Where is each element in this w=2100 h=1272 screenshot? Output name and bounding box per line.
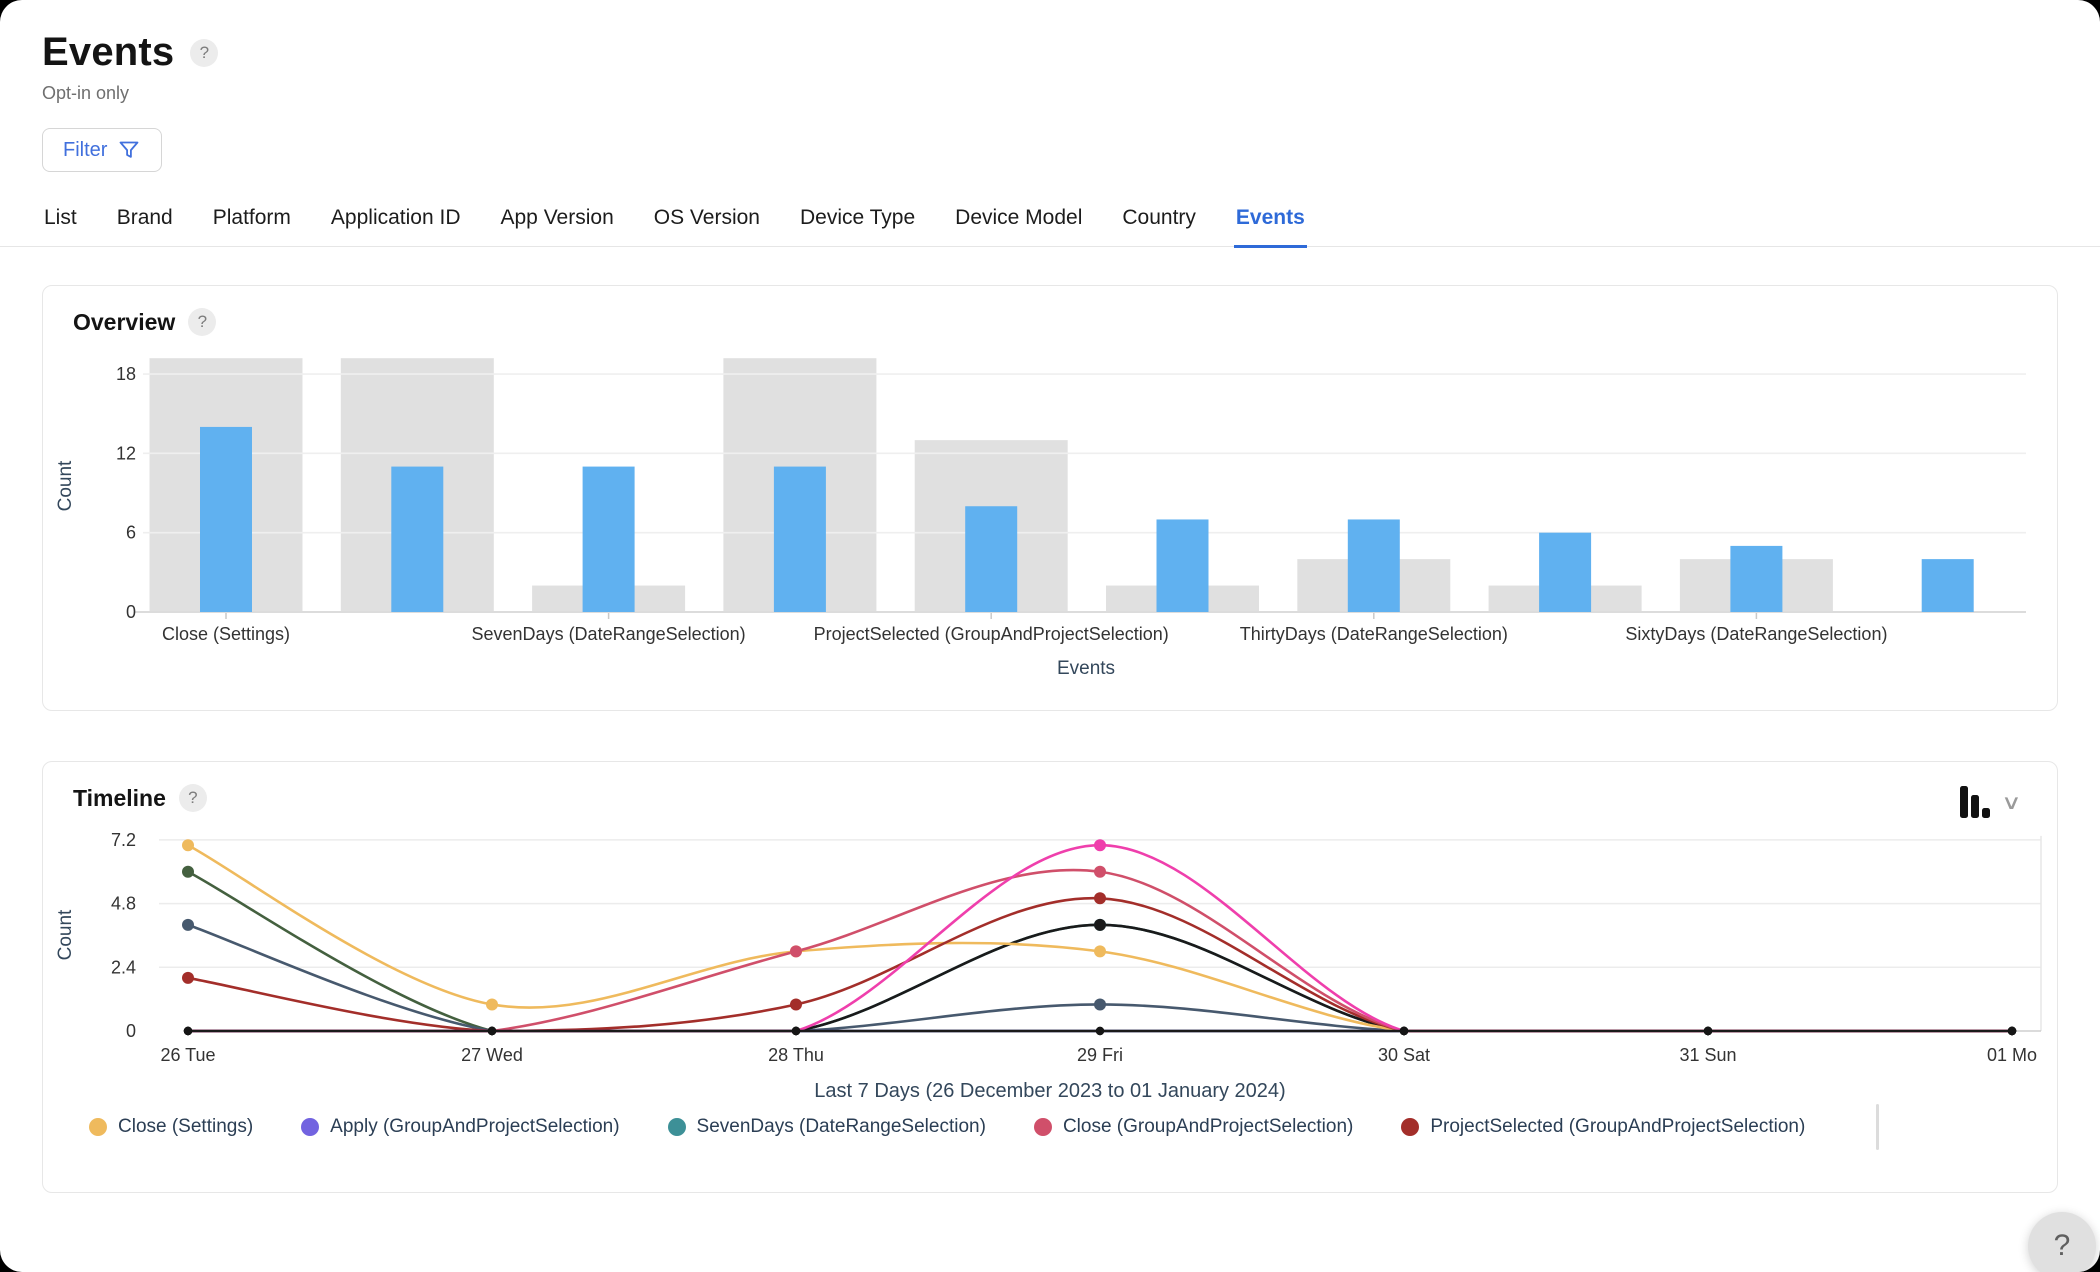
svg-text:2.4: 2.4 <box>111 957 136 977</box>
legend-dot <box>301 1118 320 1136</box>
svg-text:7.2: 7.2 <box>111 830 136 850</box>
svg-text:27 Wed: 27 Wed <box>461 1045 523 1065</box>
tab-app-version[interactable]: App Version <box>499 200 616 248</box>
page-header: Events ? Opt-in only Filter <box>0 0 2100 172</box>
bar-chart-icon[interactable] <box>1958 784 1991 820</box>
opt-in-subtitle: Opt-in only <box>42 83 130 103</box>
legend-item-0[interactable]: Close (Settings) <box>89 1116 253 1138</box>
legend-scrollbar[interactable] <box>1876 1104 1879 1150</box>
overview-help-icon[interactable]: ? <box>188 308 217 336</box>
page-title: Events <box>42 30 175 74</box>
timeline-line-chart: 0 2.4 4.8 7.2 26 Tue 27 Wed 28 Thu 29 Fri 30 Sat… <box>55 830 2042 1065</box>
svg-text:29 Fri: 29 Fri <box>1077 1045 1123 1065</box>
legend-label: ProjectSelected (GroupAndProjectSelectio… <box>1430 1116 1806 1137</box>
tab-os-version[interactable]: OS Version <box>652 200 762 248</box>
legend-label: SevenDays (DateRangeSelection) <box>696 1116 986 1137</box>
svg-text:Events: Events <box>1057 658 1115 679</box>
legend-item-1[interactable]: Apply (GroupAndProjectSelection) <box>301 1116 620 1138</box>
legend-label: Apply (GroupAndProjectSelection) <box>330 1116 620 1137</box>
svg-text:Count: Count <box>55 909 76 960</box>
filter-button[interactable]: Filter <box>42 128 163 172</box>
svg-text:0: 0 <box>126 602 136 622</box>
page-help-icon[interactable]: ? <box>190 38 219 67</box>
tab-country[interactable]: Country <box>1120 200 1198 248</box>
svg-text:28 Thu: 28 Thu <box>768 1045 824 1065</box>
svg-text:ThirtyDays (DateRangeSelection: ThirtyDays (DateRangeSelection) <box>1240 624 1508 644</box>
svg-text:6: 6 <box>126 523 136 543</box>
tab-list[interactable]: List <box>42 200 79 248</box>
svg-text:Close (Settings): Close (Settings) <box>162 624 290 644</box>
tab-brand[interactable]: Brand <box>115 200 175 248</box>
svg-text:SevenDays (DateRangeSelection): SevenDays (DateRangeSelection) <box>472 624 746 644</box>
svg-text:30 Sat: 30 Sat <box>1378 1045 1430 1065</box>
filter-funnel-icon <box>117 138 141 162</box>
svg-text:Count: Count <box>55 460 76 511</box>
overview-bar-chart: 0 6 12 18 Close (Settings) SevenDays (DateRan… <box>55 358 2026 679</box>
svg-text:01 Mo: 01 Mo <box>1987 1045 2037 1065</box>
svg-text:0: 0 <box>126 1021 136 1041</box>
timeline-legend: Close (Settings) Apply (GroupAndProjectSe… <box>89 1116 1805 1138</box>
svg-text:18: 18 <box>116 364 136 384</box>
legend-dot <box>667 1118 686 1136</box>
filter-button-label: Filter <box>63 138 108 161</box>
tab-device-model[interactable]: Device Model <box>953 200 1084 248</box>
tab-application-id[interactable]: Application ID <box>329 200 463 248</box>
legend-dot <box>1033 1118 1052 1136</box>
svg-text:4.8: 4.8 <box>111 894 136 914</box>
floating-help-button[interactable]: ? <box>2028 1212 2096 1272</box>
overview-title: Overview <box>73 308 176 335</box>
tab-events[interactable]: Events <box>1233 200 1307 248</box>
legend-item-4[interactable]: ProjectSelected (GroupAndProjectSelectio… <box>1401 1116 1805 1138</box>
events-page: Events ? Opt-in only Filter List Brand Pla… <box>0 0 2100 1272</box>
legend-label: Close (Settings) <box>118 1116 254 1137</box>
timeline-caption: Last 7 Days (26 December 2023 to 01 Janu… <box>814 1080 1286 1102</box>
svg-text:31 Sun: 31 Sun <box>1679 1045 1736 1065</box>
tab-platform[interactable]: Platform <box>211 200 293 248</box>
chevron-down-icon[interactable]: ∨ <box>2001 790 2021 815</box>
legend-label: Close (GroupAndProjectSelection) <box>1062 1116 1354 1137</box>
legend-item-2[interactable]: SevenDays (DateRangeSelection) <box>667 1116 986 1138</box>
timeline-card: Timeline ? ∨ 0 2.4 4.8 7.2 26 Tue 27 Wed 28 Th… <box>42 761 2058 1193</box>
legend-dot <box>1401 1118 1420 1136</box>
overview-card: Overview ? 0 6 12 18 Close (Settings) SevenDa… <box>42 285 2058 711</box>
svg-text:ProjectSelected (GroupAndProje: ProjectSelected (GroupAndProjectSelectio… <box>814 624 1169 644</box>
tab-device-type[interactable]: Device Type <box>798 200 917 248</box>
svg-text:SixtyDays (DateRangeSelection): SixtyDays (DateRangeSelection) <box>1625 624 1887 644</box>
legend-item-3[interactable]: Close (GroupAndProjectSelection) <box>1033 1116 1354 1138</box>
tab-bar: List Brand Platform Application ID App Versi… <box>0 200 2100 248</box>
timeline-help-icon[interactable]: ? <box>178 784 207 812</box>
svg-text:12: 12 <box>116 443 136 463</box>
legend-dot <box>89 1118 107 1136</box>
svg-text:26 Tue: 26 Tue <box>160 1045 215 1065</box>
timeline-title: Timeline <box>73 784 166 811</box>
